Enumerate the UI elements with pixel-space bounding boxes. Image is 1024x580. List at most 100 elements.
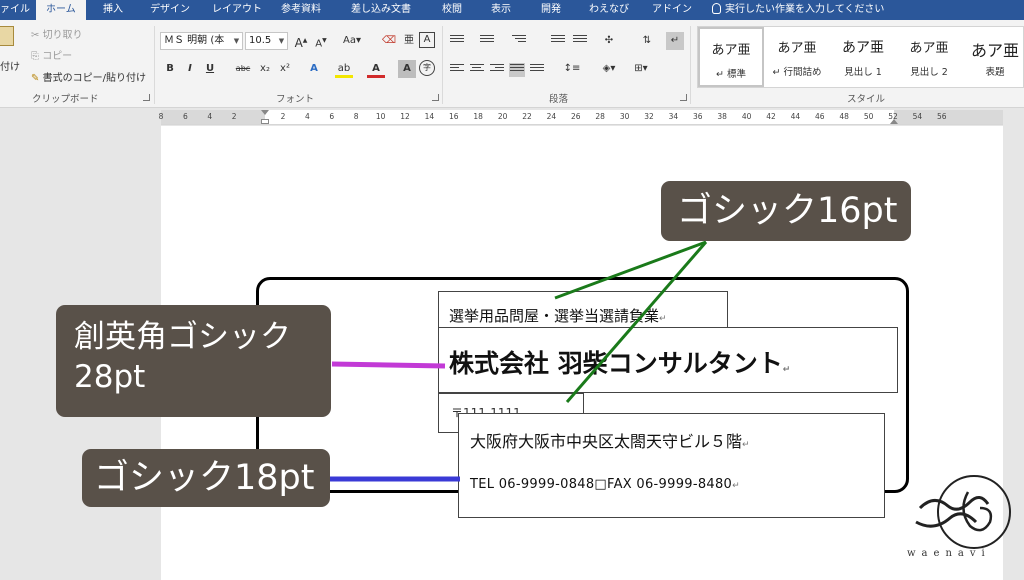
- group-divider: [442, 26, 443, 104]
- shrink-font-button[interactable]: A▼: [312, 32, 330, 50]
- indent-marker-icon[interactable]: [261, 110, 269, 115]
- increase-indent-icon[interactable]: [573, 35, 587, 47]
- font-color-button[interactable]: A: [367, 60, 385, 78]
- asian-layout-icon[interactable]: ✣: [600, 32, 618, 50]
- format-painter-button[interactable]: ✎ 書式のコピー/貼り付け: [31, 69, 146, 84]
- ruler-tick-label: 38: [717, 112, 727, 121]
- styles-gallery: あア亜 ↵ 標準 あア亜 ↵ 行間詰め あア亜 見出し 1 あア亜 見出し 2 …: [697, 26, 1024, 88]
- align-center-icon[interactable]: [470, 64, 484, 76]
- decrease-indent-icon[interactable]: [551, 35, 565, 47]
- tel-fax-line: TEL 06-9999-0848□FAX 06-9999-8480↵: [470, 477, 740, 492]
- tell-me-box[interactable]: 実行したい作業を入力してください: [712, 0, 884, 20]
- tagline-text: 選挙用品問屋・選挙当選請負業: [449, 307, 660, 325]
- tab-developer[interactable]: 開発: [541, 0, 561, 20]
- ruler-tick-label: 4: [305, 112, 310, 121]
- style-normal[interactable]: あア亜 ↵ 標準: [698, 27, 764, 87]
- ruler-tick-label: 2: [231, 112, 237, 121]
- ruler-tick-label: 22: [522, 112, 532, 121]
- text-effects-button[interactable]: A: [305, 60, 323, 78]
- ruler-tick-label: 16: [449, 112, 459, 121]
- ruler-tick-label: 18: [473, 112, 483, 121]
- copy-button[interactable]: ⎘ コピー: [31, 47, 72, 62]
- ribbon: 付け ✂ 切り取り ⎘ コピー ✎ 書式のコピー/貼り付け クリップボード ＭＳ…: [0, 20, 1024, 108]
- cut-button[interactable]: ✂ 切り取り: [31, 26, 83, 41]
- multilevel-list-icon[interactable]: [512, 35, 526, 47]
- font-launcher-icon[interactable]: [432, 94, 439, 101]
- ruler-margin-left: [161, 110, 265, 124]
- ruler-tick-label: 36: [693, 112, 703, 121]
- paragraph-mark: ↵: [732, 481, 740, 491]
- ruler-tick-label: 50: [863, 112, 874, 121]
- strikethrough-button[interactable]: abc: [232, 60, 254, 78]
- ruler-tick-label: 12: [400, 112, 410, 121]
- paragraph-group-label: 段落: [549, 94, 569, 105]
- ribbon-tab-bar: ァイル ホーム 挿入 デザイン レイアウト 参考資料 差し込み文書 校閲 表示 …: [0, 0, 1024, 20]
- highlight-button[interactable]: ab: [335, 60, 353, 78]
- subscript-button[interactable]: x₂: [256, 60, 274, 78]
- tab-waenavi[interactable]: わえなび: [589, 0, 629, 20]
- font-name-select[interactable]: ＭＳ 明朝 (本 ▼: [160, 32, 243, 50]
- justify-icon[interactable]: [509, 63, 525, 77]
- align-right-icon[interactable]: [490, 64, 504, 76]
- italic-button[interactable]: I: [181, 60, 199, 78]
- style-name: 見出し 2: [910, 67, 948, 78]
- right-indent-marker-icon[interactable]: [890, 119, 898, 124]
- style-heading-1[interactable]: あア亜 見出し 1: [830, 27, 896, 87]
- clipboard-launcher-icon[interactable]: [143, 94, 150, 101]
- style-preview: あア亜: [970, 41, 1019, 60]
- font-size-select[interactable]: 10.5 ▼: [245, 32, 288, 50]
- sort-icon[interactable]: ⇅: [638, 32, 656, 50]
- style-name: ↵ 行間詰め: [772, 67, 822, 78]
- ruler-tick-label: 14: [424, 112, 435, 121]
- enclose-char-button[interactable]: 字: [419, 60, 435, 76]
- ruler-tick-label: 48: [839, 112, 849, 121]
- paragraph-launcher-icon[interactable]: [680, 94, 687, 101]
- ruler-tick-label: 42: [766, 112, 776, 121]
- horizontal-ruler[interactable]: 8 6 4 2 2 4 6 8 10 12 14 16 18 20 22 24 26 28 30 32 34 36 38 40…: [159, 110, 1003, 125]
- tab-file[interactable]: ァイル: [0, 0, 30, 20]
- tab-references[interactable]: 参考資料: [281, 0, 321, 20]
- tab-addins[interactable]: アドイン: [652, 0, 692, 20]
- textbox-company-name[interactable]: 株式会社 羽柴コンサルタント↵: [438, 327, 898, 393]
- grow-font-button[interactable]: A▲: [292, 32, 310, 50]
- tab-home[interactable]: ホーム: [36, 0, 86, 20]
- address-line: 大阪府大阪市中央区太閤天守ビル５階↵: [470, 432, 750, 451]
- group-divider: [154, 26, 155, 104]
- ruler-margin-right: [894, 110, 1003, 124]
- chevron-down-icon: ▼: [233, 37, 240, 45]
- bullets-icon[interactable]: [450, 35, 464, 47]
- paste-icon[interactable]: [0, 26, 14, 46]
- ruler-tick-label: 34: [668, 112, 679, 121]
- lightbulb-icon: [712, 3, 721, 14]
- tab-insert[interactable]: 挿入: [103, 0, 123, 20]
- change-case-button[interactable]: Aa▾: [340, 32, 364, 50]
- textbox-address[interactable]: 大阪府大阪市中央区太閤天守ビル５階↵ TEL 06-9999-0848□FAX …: [458, 413, 885, 518]
- paste-button-label[interactable]: 付け: [0, 58, 20, 73]
- char-border-button[interactable]: A: [419, 32, 435, 48]
- distribute-icon[interactable]: [530, 64, 544, 76]
- ruler-tick-label: 24: [546, 112, 557, 121]
- style-heading-2[interactable]: あア亜 見出し 2: [896, 27, 962, 87]
- align-left-icon[interactable]: [450, 64, 464, 76]
- shading-icon[interactable]: ◈▾: [598, 60, 620, 78]
- indent-marker-icon[interactable]: [261, 119, 269, 124]
- tab-review[interactable]: 校閲: [442, 0, 462, 20]
- clear-format-icon[interactable]: ⌫: [380, 32, 398, 50]
- bold-button[interactable]: B: [161, 60, 179, 78]
- chevron-down-icon: ▼: [278, 37, 285, 45]
- char-shading-button[interactable]: A: [398, 60, 416, 78]
- underline-button[interactable]: U: [201, 60, 219, 78]
- ruby-button[interactable]: 亜: [400, 32, 418, 50]
- superscript-button[interactable]: x²: [276, 60, 294, 78]
- line-spacing-icon[interactable]: ↕≡: [560, 60, 584, 78]
- tab-view[interactable]: 表示: [491, 0, 511, 20]
- style-title[interactable]: あア亜 表題: [962, 27, 1024, 87]
- style-no-spacing[interactable]: あア亜 ↵ 行間詰め: [764, 27, 830, 87]
- show-marks-icon[interactable]: ↵: [666, 32, 684, 50]
- borders-icon[interactable]: ⊞▾: [630, 60, 652, 78]
- numbering-icon[interactable]: [480, 35, 494, 47]
- tab-mailings[interactable]: 差し込み文書: [351, 0, 411, 20]
- style-name: ↵ 標準: [716, 69, 746, 80]
- tab-design[interactable]: デザイン: [150, 0, 190, 20]
- tab-layout[interactable]: レイアウト: [212, 0, 262, 20]
